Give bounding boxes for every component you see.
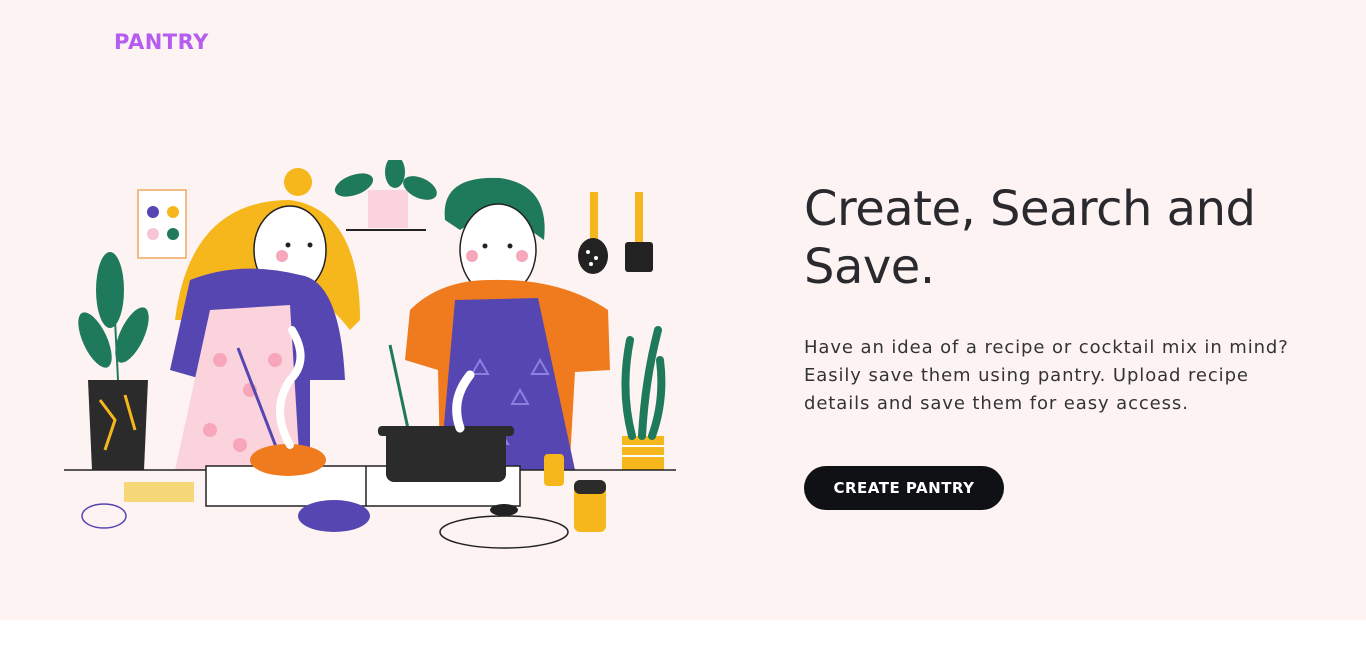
- hero-headline: Create, Search and Save.: [804, 181, 1256, 295]
- create-pantry-button[interactable]: CREATE PANTRY: [804, 466, 1004, 510]
- potted-plant-right-icon: [621, 326, 666, 470]
- wall-picture-icon: [137, 189, 187, 259]
- cooking-illustration: [64, 160, 676, 549]
- woman-cook-icon: [170, 168, 360, 470]
- potted-plant-left-icon: [78, 252, 149, 470]
- hero-description: Have an idea of a recipe or cocktail mix…: [804, 337, 1289, 414]
- pantry-logo[interactable]: PANTRY: [114, 30, 209, 54]
- hero-section: PANTRY Create, Search and Save. Have an …: [0, 0, 1366, 620]
- hanging-utensils-icon: [578, 192, 653, 274]
- shelf-plant-icon: [334, 160, 437, 231]
